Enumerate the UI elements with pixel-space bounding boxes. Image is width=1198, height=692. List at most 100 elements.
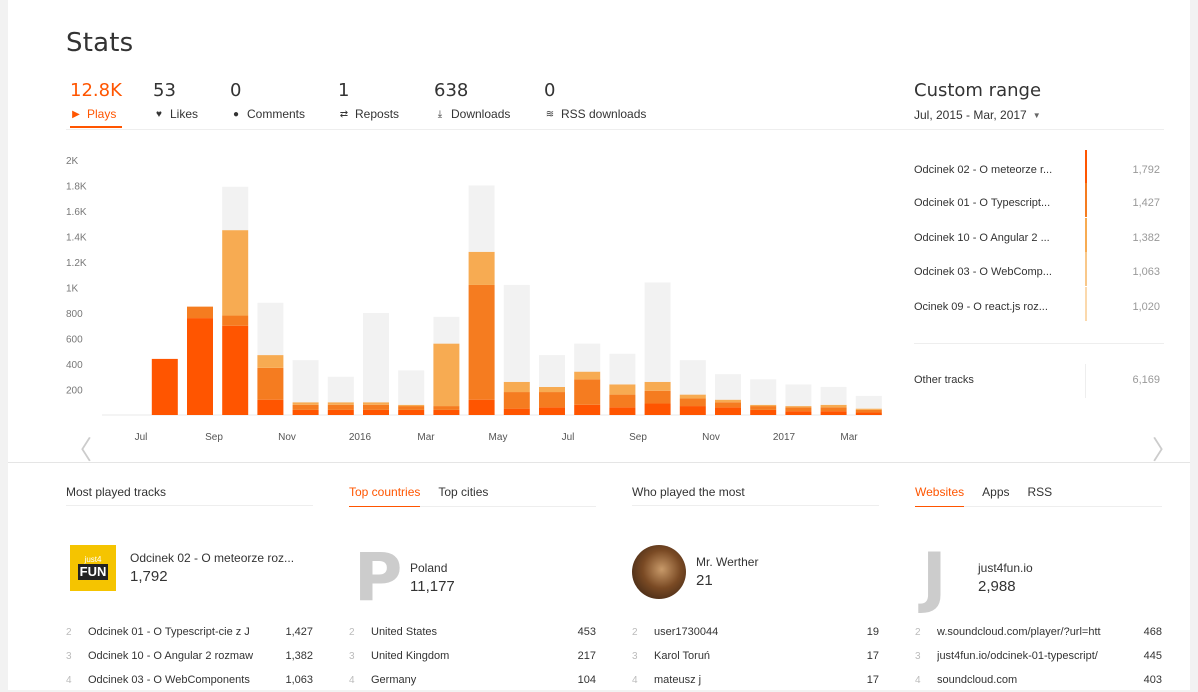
play-icon: ▶ — [72, 108, 80, 120]
list-item-value: 19 — [866, 626, 879, 638]
bar-segment — [785, 384, 812, 407]
track-artwork-small-text: just4 — [84, 555, 102, 565]
bar-segment — [679, 360, 706, 395]
list-item-name: United Kingdom — [371, 650, 450, 662]
bar-segment — [257, 367, 284, 400]
tab-top-cities[interactable]: Top cities — [438, 485, 488, 507]
bar-segment — [292, 409, 319, 415]
y-tick-label: 600 — [66, 335, 83, 346]
top-track-item-name[interactable]: Odcinek 01 - O Typescript... — [914, 197, 1050, 209]
bar-segment — [785, 407, 812, 412]
tab-likes[interactable]: 53 ♥ Likes — [153, 80, 198, 121]
list-item[interactable]: 4 mateusz j 17 — [632, 668, 879, 692]
top-country[interactable]: P Poland 11,177 — [354, 545, 455, 611]
x-tick-label: Nov — [278, 432, 296, 443]
range-value: Jul, 2015 - Mar, 2017 — [914, 108, 1027, 122]
comments-label: Comments — [247, 107, 306, 121]
tab-websites[interactable]: Websites — [915, 485, 965, 507]
bar-segment — [609, 353, 636, 385]
y-tick-label: 1.8K — [66, 182, 87, 193]
comments-count: 0 — [230, 80, 242, 101]
bar-segment — [433, 343, 460, 407]
bar-segment — [609, 407, 636, 415]
list-item-rank: 3 — [632, 650, 638, 662]
bar-segment — [503, 392, 530, 409]
bar-segment — [644, 403, 671, 415]
y-tick-label: 800 — [66, 309, 83, 320]
list-item-value: 445 — [1143, 650, 1162, 662]
bar-segment — [574, 404, 601, 415]
bar-segment — [503, 408, 530, 415]
top-track[interactable]: just4 FUN Odcinek 02 - O meteorze roz...… — [70, 545, 294, 591]
download-icon: ⤓ — [437, 108, 443, 120]
top-track-item-name[interactable]: Odcinek 03 - O WebComp... — [914, 266, 1052, 278]
bar-segment — [292, 360, 319, 403]
list-item[interactable]: 2 Odcinek 01 - O Typescript-cie z J 1,427 — [66, 620, 313, 644]
tab-rss[interactable]: RSS — [1028, 485, 1053, 507]
bar-segment — [539, 386, 565, 393]
range-selector[interactable]: Jul, 2015 - Mar, 2017 ▼ — [914, 108, 1041, 122]
tab-rss-downloads[interactable]: 0 ≋ RSS downloads — [544, 80, 646, 121]
list-item[interactable]: 4 Odcinek 03 - O WebComponents 1,063 — [66, 668, 313, 692]
y-tick-label: 1K — [66, 284, 79, 295]
list-item-rank: 4 — [349, 674, 355, 686]
bar-segment — [539, 407, 565, 415]
list-item[interactable]: 2 user1730044 19 — [632, 620, 879, 644]
bar-segment — [503, 381, 530, 393]
list-item[interactable]: 3 Karol Toruń 17 — [632, 644, 879, 668]
top-track-item-name[interactable]: Odcinek 02 - O meteorze r... — [914, 164, 1052, 176]
list-item[interactable]: 3 United Kingdom 217 — [349, 644, 596, 668]
bar-segment — [574, 379, 601, 405]
list-item-name: United States — [371, 626, 438, 638]
bar-segment — [785, 406, 812, 408]
page-title: Stats — [66, 28, 134, 58]
tab-downloads[interactable]: 638 ⤓ Downloads — [434, 80, 510, 121]
top-track-name: Odcinek 02 - O meteorze roz... — [130, 551, 295, 565]
tab-apps[interactable]: Apps — [982, 485, 1009, 507]
top-website[interactable]: J just4fun.io 2,988 — [922, 545, 1033, 611]
x-tick-label: Jul — [135, 432, 148, 443]
rss-downloads-count: 0 — [544, 80, 556, 101]
list-item[interactable]: 2 United States 453 — [349, 620, 596, 644]
top-country-name: Poland — [410, 561, 448, 575]
bar-segment — [644, 381, 671, 391]
x-tick-label: Sep — [205, 432, 223, 443]
x-tick-label: Sep — [629, 432, 647, 443]
bar-segment — [398, 409, 425, 415]
top-track-item-name[interactable]: Odcinek 10 - O Angular 2 ... — [914, 232, 1050, 244]
other-tracks-value: 6,169 — [1132, 374, 1160, 386]
bar-segment — [327, 404, 354, 410]
other-tracks-separator — [1085, 364, 1086, 398]
x-tick-label: 2016 — [349, 432, 372, 443]
list-item-rank: 2 — [915, 626, 921, 638]
bar-segment — [644, 282, 671, 382]
list-item-value: 17 — [866, 650, 879, 662]
list-item-rank: 3 — [349, 650, 355, 662]
bar-segment — [715, 402, 741, 408]
list-item[interactable]: 4 Germany 104 — [349, 668, 596, 692]
comment-icon: ● — [232, 108, 240, 120]
tab-comments[interactable]: 0 ● Comments — [230, 80, 305, 121]
list-item-value: 453 — [577, 626, 596, 638]
avatar — [632, 545, 686, 599]
tab-plays[interactable]: 12.8K ▶ Plays — [70, 80, 122, 128]
list-item[interactable]: 3 Odcinek 10 - O Angular 2 rozmaw 1,382 — [66, 644, 313, 668]
top-listener[interactable]: Mr. Werther 21 — [632, 545, 758, 599]
tabs-divider — [66, 129, 1164, 130]
list-item[interactable]: 2 w.soundcloud.com/player/?url=htt 468 — [915, 620, 1162, 644]
rss-icon: ≋ — [545, 108, 555, 120]
bar-segment — [574, 371, 601, 380]
bar-segment — [363, 402, 389, 405]
bar-segment — [785, 411, 812, 415]
list-item[interactable]: 4 soundcloud.com 403 — [915, 668, 1162, 692]
top-track-item-name[interactable]: Ocinek 09 - O react.js roz... — [914, 301, 1048, 313]
tab-reposts[interactable]: 1 ⇄ Reposts — [338, 80, 399, 121]
bar-segment — [715, 407, 741, 415]
tab-top-countries[interactable]: Top countries — [349, 485, 421, 507]
list-item[interactable]: 3 just4fun.io/odcinek-01-typescript/445 — [915, 644, 1162, 668]
downloads-label: Downloads — [451, 107, 511, 121]
bar-segment — [539, 355, 565, 387]
list-item-rank: 4 — [915, 674, 921, 686]
list-item-rank: 3 — [915, 650, 921, 662]
list-item-name: Germany — [371, 674, 417, 686]
